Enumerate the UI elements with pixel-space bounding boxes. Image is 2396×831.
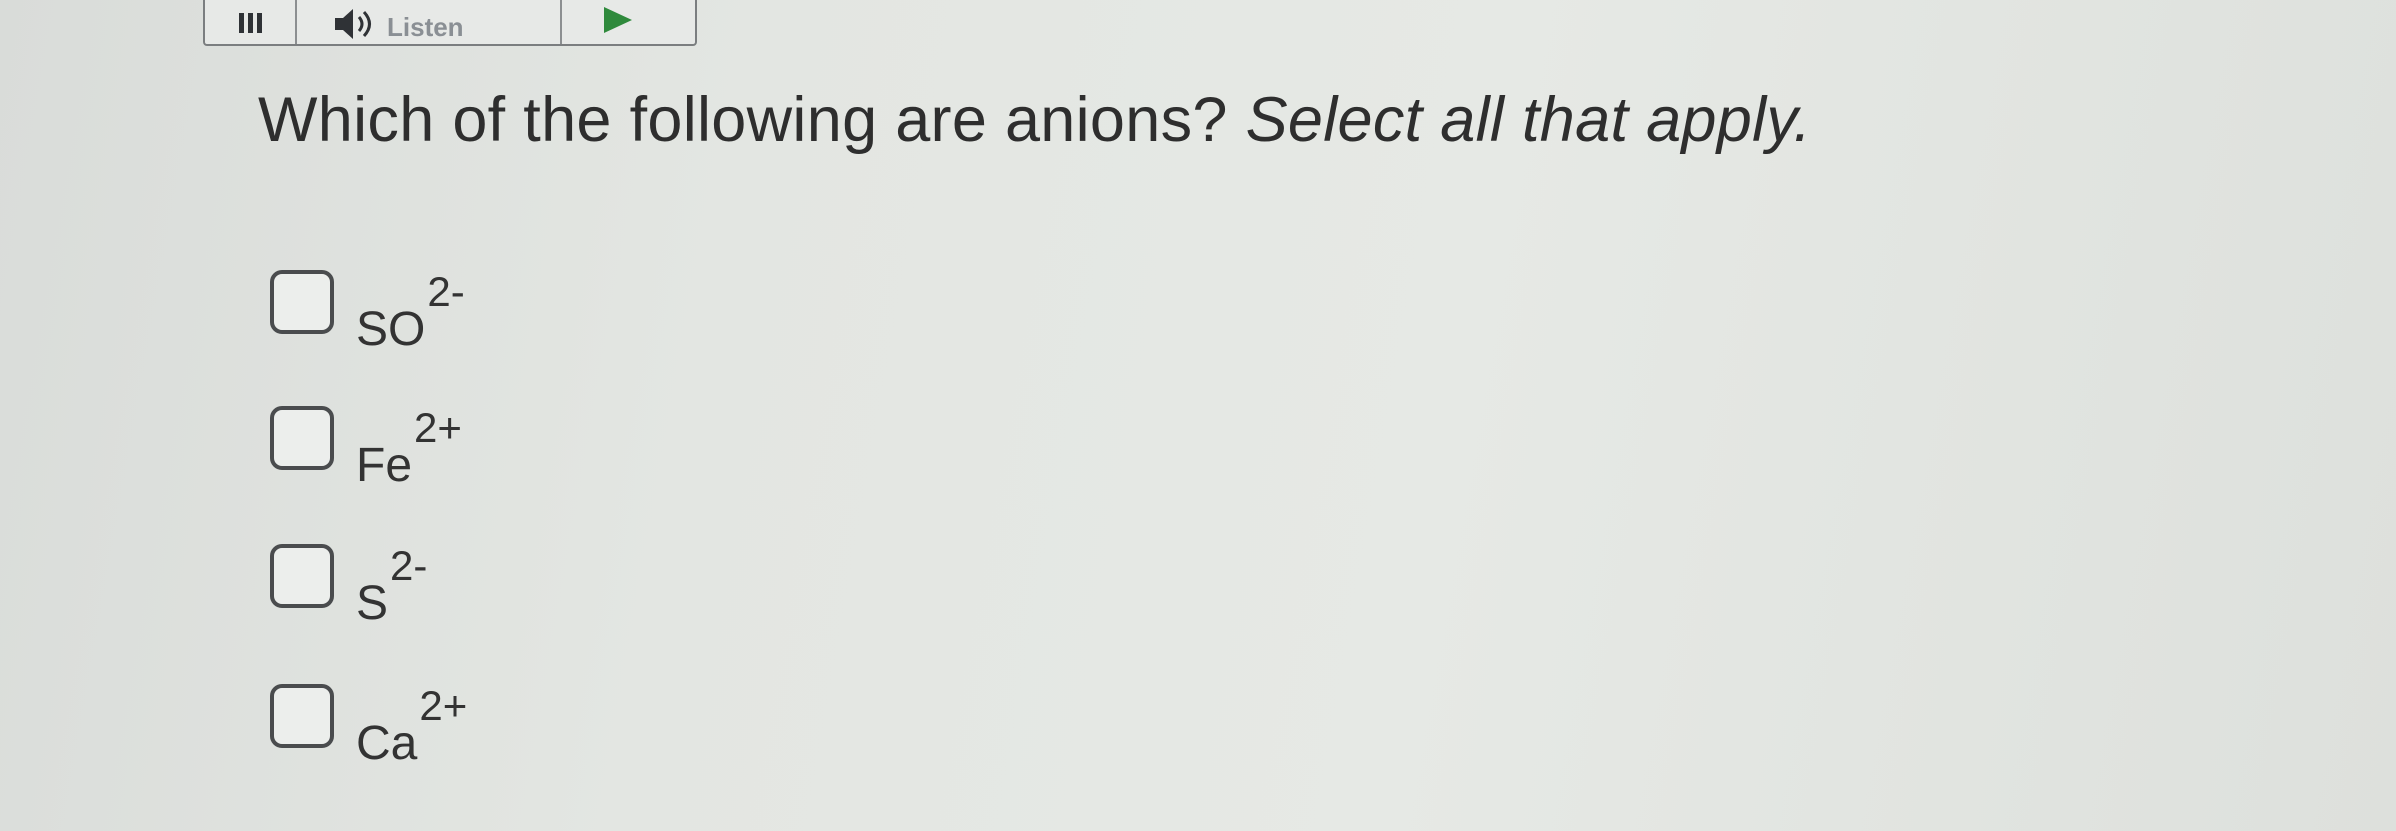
menu-icon — [238, 13, 262, 33]
menu-button[interactable] — [205, 0, 297, 44]
play-button[interactable] — [562, 0, 634, 44]
formula-symbol: Ca — [356, 717, 418, 770]
formula: S2- — [356, 542, 427, 636]
formula-symbol: SO — [356, 303, 426, 356]
option-fe[interactable]: Fe2+ — [270, 404, 462, 498]
formula: SO2- — [356, 268, 465, 362]
formula-charge: 2- — [427, 268, 465, 315]
play-icon — [604, 7, 632, 33]
formula-charge: 2+ — [414, 404, 462, 451]
option-s[interactable]: S2- — [270, 542, 427, 636]
listen-button[interactable]: Listen — [297, 0, 562, 44]
toolbar: Listen — [203, 0, 697, 46]
option-so[interactable]: SO2- — [270, 268, 465, 362]
formula-symbol: Fe — [356, 439, 413, 492]
checkbox[interactable] — [270, 684, 334, 748]
formula: Fe2+ — [356, 404, 462, 498]
checkbox[interactable] — [270, 544, 334, 608]
formula-charge: 2+ — [419, 682, 468, 729]
question-instruction: Select all that apply. — [1245, 85, 1812, 155]
formula-symbol: S — [356, 577, 389, 630]
formula: Ca2+ — [356, 682, 467, 776]
checkbox[interactable] — [270, 270, 334, 334]
speaker-icon — [335, 9, 371, 39]
option-ca[interactable]: Ca2+ — [270, 682, 467, 776]
question-prompt: Which of the following are anions? — [258, 85, 1228, 155]
formula-charge: 2- — [390, 542, 428, 589]
listen-label: Listen — [387, 11, 464, 42]
question-text: Which of the following are anions? Selec… — [258, 84, 1811, 156]
checkbox[interactable] — [270, 406, 334, 470]
